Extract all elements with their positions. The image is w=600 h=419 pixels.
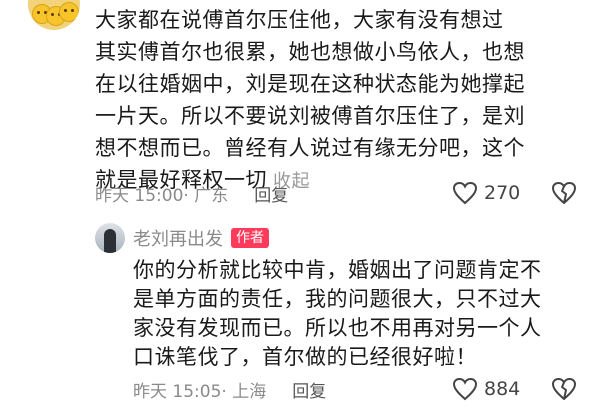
comment-time: 昨天 15:00 [95, 185, 184, 206]
broken-heart-icon[interactable] [551, 377, 577, 401]
comment-line: 其实傅首尔也很累，她也想做小鸟依人，也想 [95, 40, 525, 64]
reply-line: 口诛笔伐了，首尔做的已经很好啦！ [133, 345, 477, 369]
emoji-face-icon [59, 2, 79, 22]
comment-line: 想不想而已。曾经有人说过有缘无分吧，这个 [95, 136, 525, 160]
like-button[interactable]: 884 [452, 374, 520, 404]
reply-meta: 昨天 15:05 · 上海 回复 [133, 374, 326, 404]
comment-location: · 广东 [183, 185, 229, 206]
comment-line: 大家都在说傅首尔压住他，大家有没有想过 [95, 8, 504, 32]
reply-time: 昨天 15:05 [133, 381, 222, 402]
like-count: 270 [484, 182, 521, 204]
comment-meta: 昨天 15:00 · 广东 回复 [95, 178, 288, 208]
reply-body: 你的分析就比较中肯，婚姻出了问题肯定不 是单方面的责任，我的问题很大，只不过大 家没… [133, 256, 583, 372]
reply-location: · 上海 [221, 381, 267, 402]
like-count: 884 [484, 378, 521, 400]
reply-button[interactable]: 回复 [254, 181, 288, 206]
heart-outline-icon [452, 377, 478, 401]
reply-line: 是单方面的责任，我的问题很大，只不过大 [133, 287, 542, 311]
reply-line: 你的分析就比较中肯，婚姻出了问题肯定不 [133, 258, 542, 282]
reply-button[interactable]: 回复 [292, 377, 326, 402]
comment-body: 大家都在说傅首尔压住他，大家有没有想过 其实傅首尔也很累，她也想做小鸟依人，也想在… [95, 4, 575, 198]
commenter-avatar[interactable] [28, 0, 80, 30]
like-button[interactable]: 270 [452, 178, 520, 208]
author-badge: 作者 [231, 228, 269, 248]
comment-line: 一片天。所以不要说刘被傅首尔压住了，是刘 [95, 104, 525, 128]
broken-heart-icon[interactable] [551, 181, 577, 205]
author-row: 老刘再出发 作者 [133, 223, 269, 253]
comment-line: 在以往婚姻中，刘是现在这种状态能为她撑起 [95, 72, 525, 96]
heart-outline-icon [452, 181, 478, 205]
reply-line: 家没有发现而已。所以也不用再对另一个人 [133, 316, 542, 340]
author-avatar[interactable] [95, 223, 125, 253]
author-name[interactable]: 老刘再出发 [133, 225, 223, 251]
